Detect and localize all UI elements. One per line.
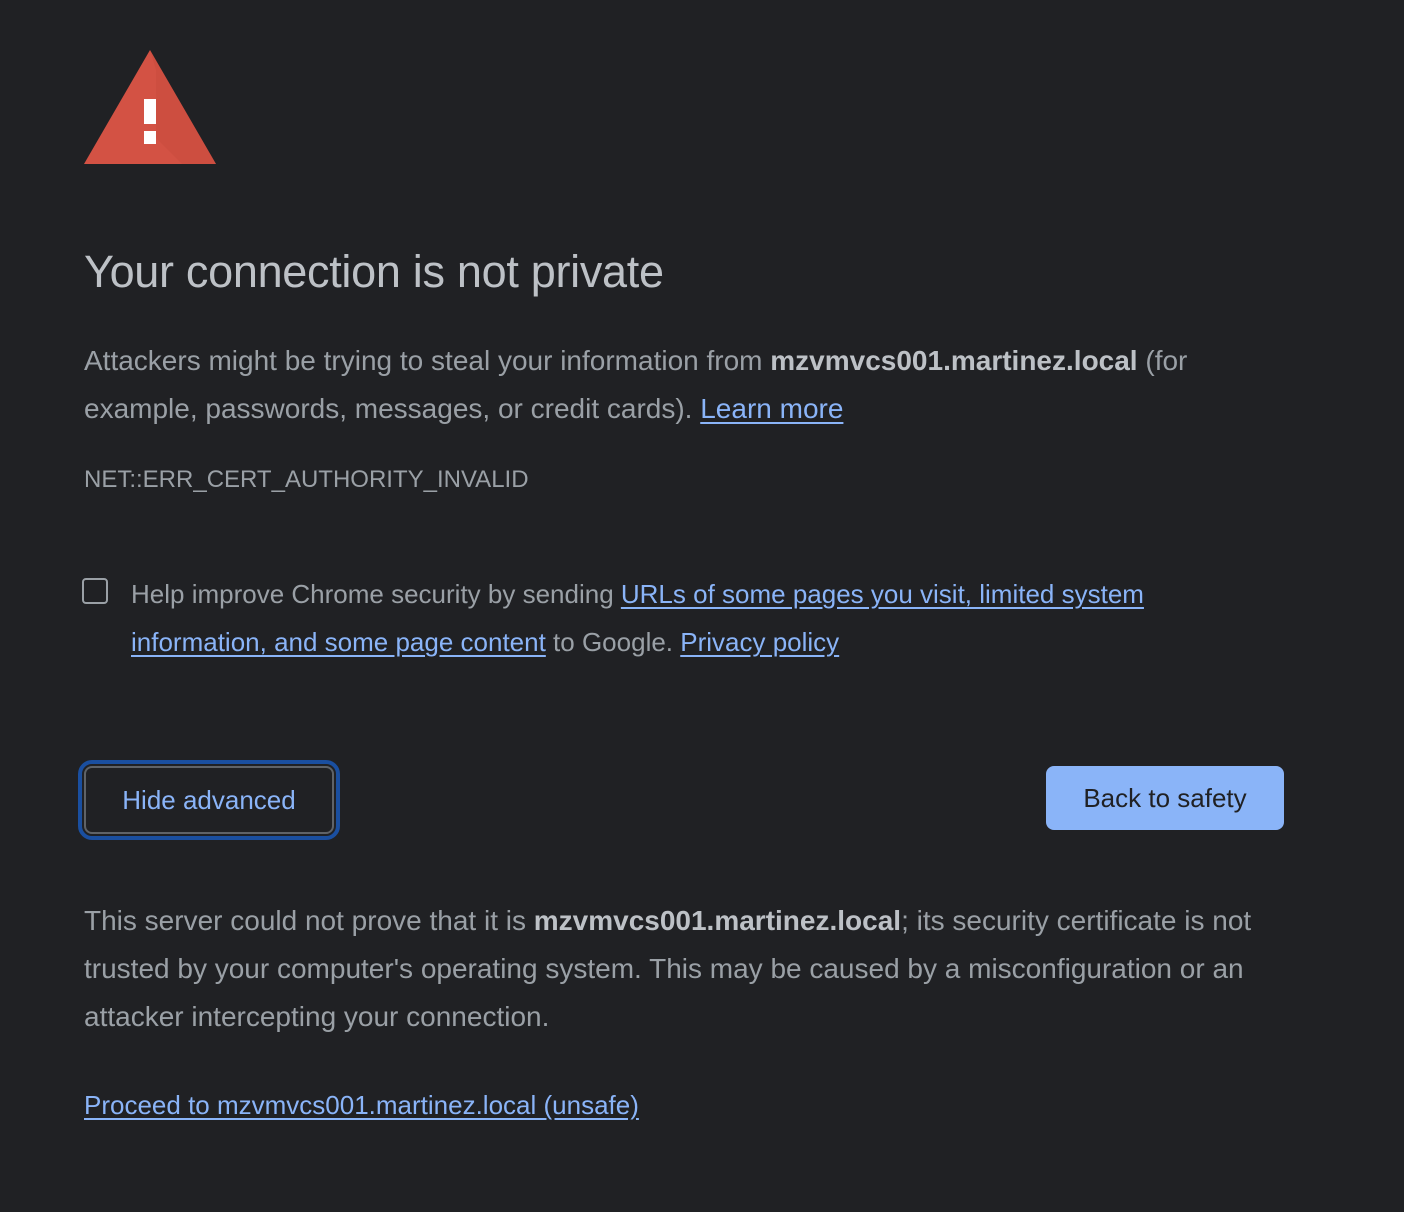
learn-more-link[interactable]: Learn more: [700, 393, 843, 424]
proceed-unsafe-link[interactable]: Proceed to mzvmvcs001.martinez.local (un…: [84, 1090, 639, 1121]
optin-text: Help improve Chrome security by sending: [131, 579, 621, 609]
error-code: NET::ERR_CERT_AUTHORITY_INVALID: [84, 466, 529, 493]
explanation-text: This server could not prove that it is: [84, 905, 534, 936]
optin-checkbox[interactable]: [82, 578, 108, 604]
optin-text-middle: to Google.: [545, 627, 681, 657]
explanation-hostname: mzvmvcs001.martinez.local: [533, 905, 902, 936]
main-message: Attackers might be trying to steal your …: [84, 337, 1284, 433]
privacy-policy-link[interactable]: Privacy policy: [680, 627, 839, 657]
main-message-text: Attackers might be trying to steal your …: [84, 345, 771, 376]
optin-label: Help improve Chrome security by sending …: [131, 570, 1241, 666]
warning-triangle-icon: [84, 50, 216, 164]
hostname: mzvmvcs001.martinez.local: [770, 345, 1138, 376]
page-title: Your connection is not private: [84, 246, 664, 297]
advanced-explanation: This server could not prove that it is m…: [84, 897, 1294, 1041]
hide-advanced-button[interactable]: Hide advanced: [78, 760, 340, 840]
back-to-safety-button[interactable]: Back to safety: [1046, 766, 1284, 830]
